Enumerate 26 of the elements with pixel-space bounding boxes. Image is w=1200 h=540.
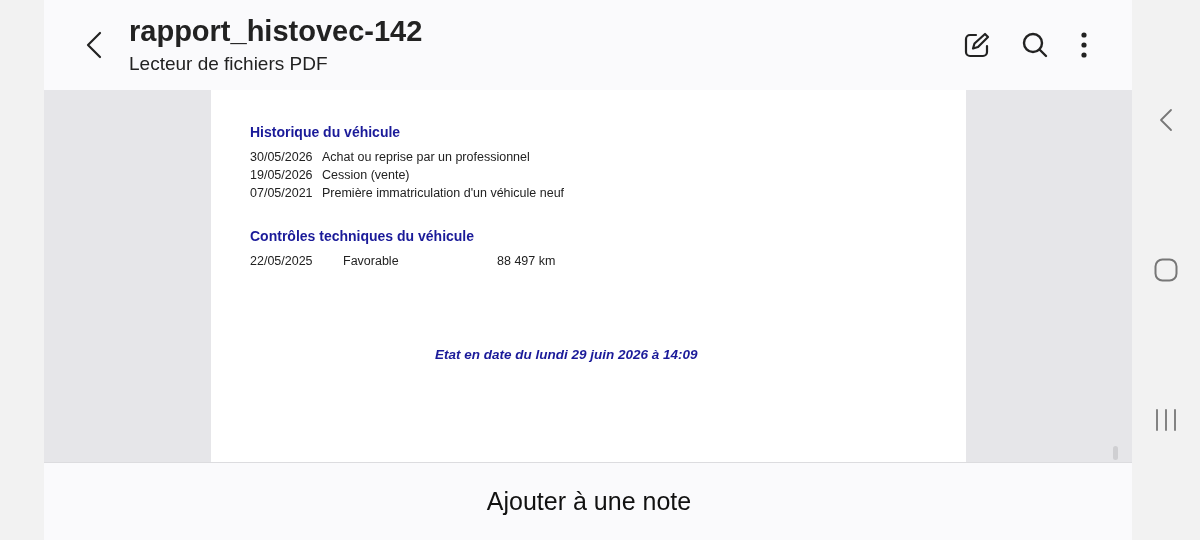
event-description: Cession (vente) <box>322 167 410 184</box>
app-subtitle: Lecteur de fichiers PDF <box>129 52 329 76</box>
recent-apps-icon <box>1155 408 1177 432</box>
event-date: 07/05/2021 <box>250 185 314 202</box>
search-icon <box>1021 31 1049 59</box>
back-icon <box>1159 108 1173 132</box>
search-button[interactable] <box>1020 30 1050 60</box>
more-icon <box>1081 32 1087 58</box>
event-description: Achat ou reprise par un professionnel <box>322 149 530 166</box>
home-button[interactable] <box>1152 256 1180 284</box>
event-description: Première immatriculation d'un véhicule neuf <box>322 185 565 202</box>
inspection-mileage: 88 497 km <box>497 253 556 270</box>
event-date: 30/05/2026 <box>250 149 314 166</box>
home-icon <box>1154 258 1178 282</box>
section-heading: Historique du véhicule <box>250 123 402 142</box>
edit-icon <box>963 31 991 59</box>
event-date: 19/05/2026 <box>250 167 314 184</box>
inspection-result: Favorable <box>343 253 400 270</box>
document-title: rapport_histovec-142 <box>129 14 423 49</box>
inspection-date: 22/05/2025 <box>250 253 314 270</box>
section-heading: Contrôles techniques du véhicule <box>250 227 476 246</box>
add-to-note-button[interactable]: Ajouter à une note <box>478 482 700 521</box>
edit-button[interactable] <box>962 30 992 60</box>
back-icon <box>86 31 102 59</box>
report-date: Etat en date du lundi 29 juin 2026 à 14:09 <box>435 347 698 362</box>
more-button[interactable] <box>1078 30 1090 60</box>
